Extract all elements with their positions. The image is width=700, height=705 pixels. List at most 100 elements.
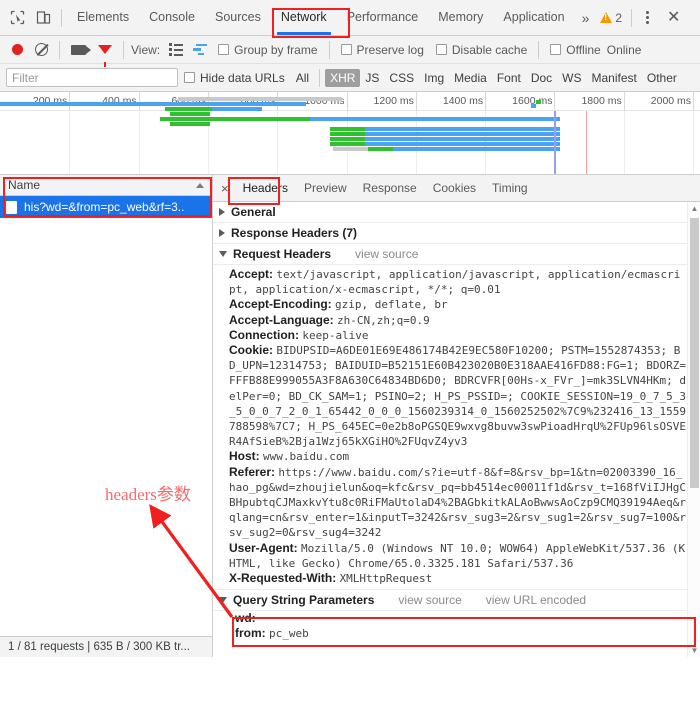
- timeline-request-bar: [170, 112, 210, 116]
- tab-cookies[interactable]: Cookies: [425, 175, 484, 201]
- filter-toggle-button[interactable]: [92, 45, 118, 67]
- tab-timing[interactable]: Timing: [484, 175, 536, 201]
- request-header-name: Accept-Encoding:: [229, 297, 336, 312]
- warning-badge[interactable]: 2: [596, 11, 626, 25]
- group-by-frame-checkbox[interactable]: Group by frame: [212, 43, 323, 57]
- scroll-down-icon[interactable]: ▼: [688, 644, 700, 657]
- section-title: Request Headers: [233, 247, 332, 261]
- filter-type-xhr[interactable]: XHR: [325, 68, 361, 87]
- request-header-row: Host: www.baidu.com: [213, 449, 700, 464]
- filter-type-media[interactable]: Media: [449, 71, 492, 85]
- sort-ascending-icon: [196, 182, 204, 188]
- list-view-icon[interactable]: [164, 43, 188, 56]
- tab-preview[interactable]: Preview: [296, 175, 355, 201]
- clear-button[interactable]: [29, 43, 54, 56]
- annotation-callout-label: headers参数: [105, 485, 191, 504]
- online-throttle-select[interactable]: Online: [607, 43, 648, 57]
- request-header-row: User-Agent: Mozilla/5.0 (Windows NT 10.0…: [213, 541, 700, 571]
- tab-headers[interactable]: Headers: [235, 175, 296, 201]
- filter-type-css[interactable]: CSS: [384, 71, 419, 85]
- preserve-log-checkbox[interactable]: Preserve log: [335, 43, 430, 57]
- close-detail-icon[interactable]: ×: [215, 181, 235, 196]
- hide-data-urls-checkbox[interactable]: Hide data URLs: [178, 71, 291, 85]
- request-header-row: Referer: https://www.baidu.com/s?ie=utf-…: [213, 465, 700, 541]
- tab-performance[interactable]: Performance: [337, 0, 429, 35]
- request-header-value: BIDUPSID=A6DE01E69E486174B42E9EC580F1020…: [229, 344, 686, 449]
- offline-checkbox[interactable]: Offline: [544, 43, 606, 57]
- query-param-name: wd:: [235, 611, 256, 626]
- scroll-up-icon[interactable]: ▲: [688, 202, 700, 215]
- timeline-request-bar: [212, 107, 262, 111]
- timeline-tick-label: 1000 ms: [304, 95, 345, 107]
- timeline-request-bar: [368, 147, 393, 151]
- filter-type-img[interactable]: Img: [419, 71, 449, 85]
- view-source-link[interactable]: view source: [355, 247, 418, 261]
- tab-memory[interactable]: Memory: [428, 0, 493, 35]
- timeline-request-bar: [365, 137, 560, 141]
- timeline-request-bar: [330, 142, 365, 146]
- close-icon[interactable]: ✕: [658, 9, 689, 26]
- toolbar-divider: [61, 8, 62, 27]
- filter-type-manifest[interactable]: Manifest: [587, 71, 642, 85]
- tab-console[interactable]: Console: [139, 0, 205, 35]
- query-params-list: wd: from: pc_web: [213, 611, 700, 641]
- ctrl-divider-4: [538, 40, 540, 59]
- tab-network[interactable]: Network: [271, 0, 337, 35]
- checkbox-box: [218, 44, 230, 55]
- online-label: Online: [606, 42, 642, 57]
- filter-type-doc[interactable]: Doc: [526, 71, 557, 85]
- timeline-request-bar: [365, 132, 560, 136]
- scrollbar-thumb[interactable]: [690, 218, 699, 488]
- chevron-down-icon: [219, 597, 227, 604]
- section-general[interactable]: General: [213, 202, 700, 223]
- timeline-tick-label: 2000 ms: [650, 95, 692, 107]
- waterfall-view-icon[interactable]: [188, 43, 212, 56]
- device-toolbar-icon[interactable]: [30, 5, 56, 31]
- section-title: General: [231, 205, 276, 219]
- timeline-request-bar: [530, 104, 536, 108]
- timeline-request-bar: [393, 147, 560, 151]
- tab-elements[interactable]: Elements: [67, 0, 139, 35]
- timeline-request-bar: [333, 147, 368, 151]
- view-source-link[interactable]: view source: [398, 593, 461, 607]
- column-header-name[interactable]: Name: [0, 175, 212, 196]
- section-query-string-parameters[interactable]: Query String Parameters view source view…: [213, 589, 700, 612]
- filter-divider: [319, 68, 321, 87]
- devtools-tabstrip: Elements Console Sources Network Perform…: [0, 0, 700, 36]
- tab-application[interactable]: Application: [493, 0, 574, 35]
- filter-type-all[interactable]: All: [291, 71, 314, 85]
- settings-kebab-icon[interactable]: [637, 11, 658, 24]
- tab-response[interactable]: Response: [355, 175, 425, 201]
- timeline-tick-label: 400 ms: [102, 95, 137, 107]
- table-row[interactable]: his?wd=&from=pc_web&rf=3..: [0, 196, 212, 218]
- timeline-tick: 1600 ms: [512, 92, 556, 111]
- timeline-request-bar: [170, 122, 210, 126]
- section-response-headers[interactable]: Response Headers (7): [213, 223, 700, 244]
- request-header-value: keep-alive: [302, 328, 369, 342]
- record-button[interactable]: [6, 44, 29, 55]
- timeline-request-bar: [0, 102, 306, 106]
- request-list-empty-area: [0, 218, 212, 636]
- view-url-encoded-link[interactable]: view URL encoded: [486, 593, 586, 607]
- disable-cache-checkbox[interactable]: Disable cache: [430, 43, 533, 57]
- request-header-name: Connection:: [229, 327, 303, 342]
- timeline-request-bar: [365, 142, 560, 146]
- search-input[interactable]: [6, 68, 178, 87]
- camera-icon: [71, 44, 91, 55]
- network-overview-timeline[interactable]: 200 ms 400 ms 600 ms 800 ms 1000 ms 1200 ms 14…: [0, 92, 700, 175]
- inspect-element-icon[interactable]: [4, 5, 30, 31]
- tab-sources[interactable]: Sources: [205, 0, 271, 35]
- capture-screenshots-button[interactable]: [65, 44, 92, 55]
- more-tabs-icon[interactable]: »: [575, 10, 597, 26]
- request-header-row: Accept: text/javascript, application/jav…: [213, 267, 700, 297]
- timeline-tick-label: 1400 ms: [442, 95, 484, 107]
- filter-type-ws[interactable]: WS: [557, 71, 586, 85]
- filter-type-js[interactable]: JS: [360, 71, 384, 85]
- section-request-headers[interactable]: Request Headers view source: [213, 244, 700, 265]
- filter-type-other[interactable]: Other: [642, 71, 682, 85]
- headers-body[interactable]: General Response Headers (7) Request Hea…: [213, 202, 700, 657]
- hide-data-urls-label: Hide data URLs: [200, 70, 285, 85]
- filter-type-font[interactable]: Font: [492, 71, 526, 85]
- request-header-row: Cookie: BIDUPSID=A6DE01E69E486174B42E9EC…: [213, 343, 700, 449]
- detail-scrollbar[interactable]: ▲ ▼: [687, 202, 700, 657]
